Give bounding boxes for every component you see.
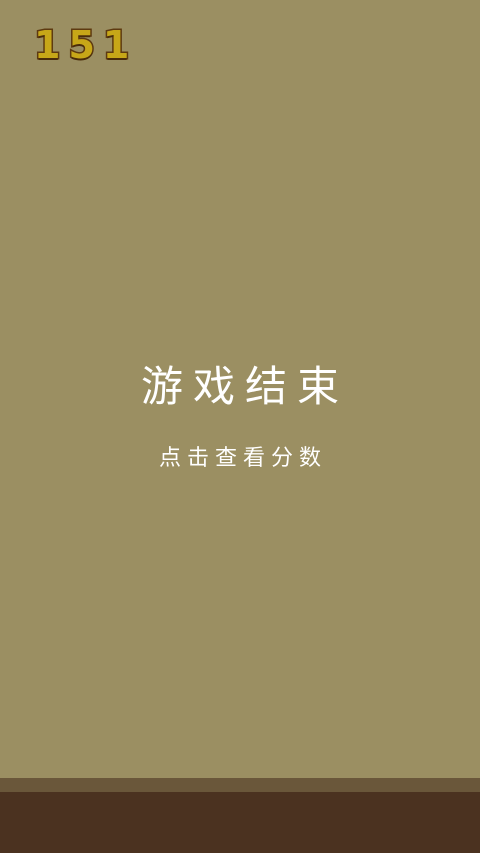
ground [0,792,480,853]
game-over-title: 游戏结束 [140,362,349,411]
score-counter: 151 [32,23,138,67]
ground-edge [0,778,480,792]
view-score-prompt[interactable]: 点击查看分数 [0,448,480,470]
game-stage[interactable]: 151 游戏结束 点击查看分数 [0,0,480,778]
